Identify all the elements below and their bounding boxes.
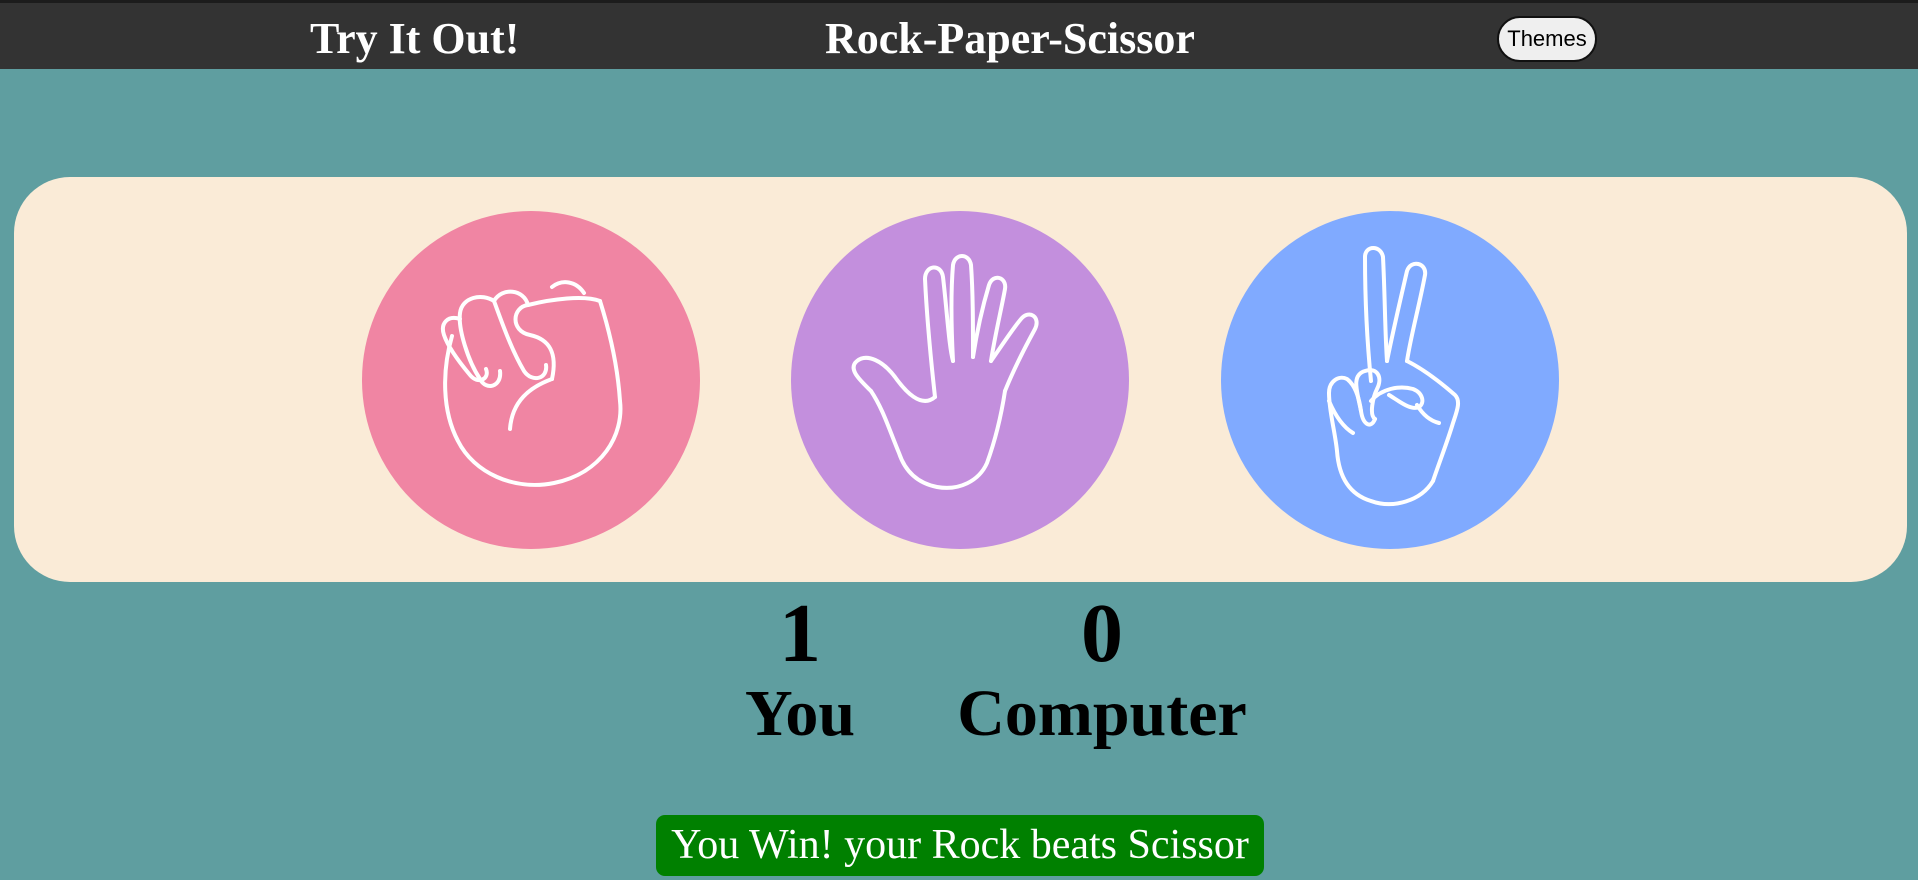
user-score-label: You [744, 677, 856, 750]
computer-score-label: Computer [957, 677, 1247, 750]
page-title: Rock-Paper-Scissor [825, 14, 1195, 63]
user-score: 1 You [700, 590, 900, 750]
scissor-choice-button[interactable] [1221, 211, 1559, 549]
peace-hand-icon [1327, 246, 1461, 507]
themes-button[interactable]: Themes [1497, 16, 1597, 62]
user-score-value: 1 [779, 587, 821, 680]
rock-choice-button[interactable] [362, 211, 700, 549]
computer-score: 0 Computer [952, 590, 1252, 750]
try-it-out-link[interactable]: Try It Out! [310, 11, 519, 67]
top-nav-bar: Try It Out! Rock-Paper-Scissor Themes [0, 0, 1918, 69]
open-hand-icon [851, 254, 1039, 490]
choices-board [14, 177, 1907, 582]
paper-choice-button[interactable] [791, 211, 1129, 549]
computer-score-value: 0 [1081, 587, 1123, 680]
result-message: You Win! your Rock beats Scissor [656, 815, 1264, 876]
fist-icon [441, 280, 623, 487]
